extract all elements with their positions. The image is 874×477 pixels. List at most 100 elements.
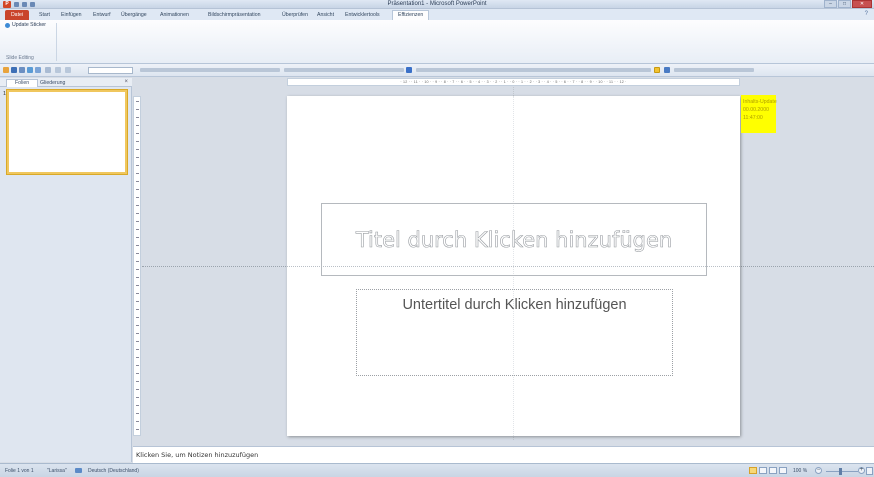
ruler-tick — [136, 173, 139, 174]
title-placeholder[interactable]: Titel durch Klicken hinzufügen — [321, 203, 707, 276]
close-icon[interactable]: × — [124, 79, 128, 85]
slide[interactable]: Titel durch Klicken hinzufügen Untertite… — [287, 96, 740, 436]
font-combo[interactable] — [88, 67, 133, 74]
ruler-tick — [136, 253, 139, 254]
group-separator — [56, 23, 57, 61]
ruler-tick — [136, 133, 139, 134]
info-icon[interactable] — [406, 67, 412, 73]
tab-ueberpruefen[interactable]: Überprüfen — [282, 10, 308, 20]
sticker-icon[interactable] — [664, 67, 670, 73]
slide-sorter-view-button[interactable] — [759, 467, 767, 474]
tab-effizienzen[interactable]: Effizienzen — [392, 10, 430, 20]
help-icon[interactable]: ? — [865, 11, 868, 17]
panel-tabs: Folien Gliederung × — [0, 78, 132, 87]
window-controls: – □ ✕ — [824, 0, 872, 8]
drawing-tools-strip — [416, 68, 651, 72]
reading-view-button[interactable] — [769, 467, 777, 474]
ruler-tick — [136, 413, 139, 414]
ruler-tick — [136, 213, 139, 214]
ribbon: Update Sticker Slide Editing — [0, 20, 874, 64]
tab-uebergaenge[interactable]: Übergänge — [121, 10, 147, 20]
slide-info: Folie 1 von 1 — [5, 468, 34, 474]
refresh-icon — [5, 22, 10, 28]
ruler-tick — [136, 357, 139, 358]
subtitle-placeholder-text: Untertitel durch Klicken hinzufügen — [402, 297, 627, 313]
ruler-tick — [136, 109, 139, 110]
ruler-tick — [136, 269, 139, 270]
ruler-tick — [136, 373, 139, 374]
tab-entwicklertools[interactable]: Entwicklertools — [345, 10, 380, 20]
subtitle-placeholder[interactable]: Untertitel durch Klicken hinzufügen — [356, 289, 673, 376]
ruler-tick — [136, 317, 139, 318]
highlight-icon[interactable] — [654, 67, 660, 73]
notes-pane[interactable]: Klicken Sie, um Notizen hinzuzufügen — [133, 446, 874, 463]
extra-tools-strip — [674, 68, 754, 72]
title-bar: P Präsentation1 - Microsoft PowerPoint –… — [0, 0, 874, 9]
print-icon[interactable] — [19, 67, 25, 73]
ruler-tick — [136, 277, 139, 278]
align-icon[interactable] — [45, 67, 51, 73]
formatting-toolbar — [0, 64, 874, 77]
ruler-tick — [136, 365, 139, 366]
fit-to-window-button[interactable] — [866, 467, 873, 475]
ruler-tick — [136, 285, 139, 286]
undo-icon[interactable] — [55, 67, 61, 73]
slides-panel: Folien Gliederung × 1 — [0, 78, 132, 462]
ruler-tick — [136, 197, 139, 198]
ruler-tick — [136, 381, 139, 382]
save-icon[interactable] — [11, 67, 17, 73]
ruler-tick — [136, 341, 139, 342]
ruler-tick — [136, 429, 139, 430]
new-icon[interactable] — [3, 67, 9, 73]
ruler-tick — [136, 125, 139, 126]
spellcheck-icon[interactable] — [75, 468, 82, 473]
ruler-tick — [136, 149, 139, 150]
ruler-tick — [136, 405, 139, 406]
title-placeholder-text: Titel durch Klicken hinzufügen — [355, 227, 673, 252]
tab-datei[interactable]: Datei — [5, 10, 29, 20]
zoom-slider-thumb[interactable] — [839, 468, 843, 475]
redo-icon[interactable] — [65, 67, 71, 73]
tab-bildschirmpraesentation[interactable]: Bildschirmpräsentation — [208, 10, 260, 20]
normal-view-button[interactable] — [749, 467, 757, 474]
ruler-tick — [136, 181, 139, 182]
tab-start[interactable]: Start — [39, 10, 50, 20]
zoom-out-button[interactable]: − — [815, 467, 822, 474]
window-title: Präsentation1 - Microsoft PowerPoint — [387, 1, 487, 7]
ruler-tick — [136, 221, 139, 222]
ruler-tick — [136, 157, 139, 158]
ruler-tick — [136, 397, 139, 398]
tab-einfuegen[interactable]: Einfügen — [61, 10, 81, 20]
slide-thumbnail[interactable] — [7, 90, 127, 174]
slide-number: 1 — [3, 91, 7, 97]
ruler-tick — [136, 245, 139, 246]
slideshow-view-button[interactable] — [779, 467, 787, 474]
theme-name[interactable]: "Larissa" — [47, 468, 67, 474]
zoom-level[interactable]: 100 % — [793, 468, 807, 474]
copy-icon[interactable] — [27, 67, 33, 73]
tab-entwurf[interactable]: Entwurf — [93, 10, 111, 20]
ruler-tick — [136, 309, 139, 310]
minimize-button[interactable]: – — [824, 0, 837, 8]
ruler-tick — [136, 141, 139, 142]
ribbon-tabs: Datei Start Einfügen Entwurf Übergänge A… — [0, 9, 874, 20]
ruler-tick — [136, 117, 139, 118]
ruler-tick — [136, 389, 139, 390]
maximize-button[interactable]: □ — [838, 0, 851, 8]
zoom-in-button[interactable]: + — [858, 467, 865, 474]
close-button[interactable]: ✕ — [852, 0, 872, 8]
ruler-tick — [136, 237, 139, 238]
ruler-tick — [136, 165, 139, 166]
tab-folien[interactable]: Folien — [6, 79, 39, 87]
tab-animationen[interactable]: Animationen — [160, 10, 189, 20]
group-label-slide-editing: Slide Editing — [6, 55, 34, 61]
sticker-time: 11:47:00 — [743, 115, 763, 121]
update-sticker-button[interactable]: Update Sticker — [5, 22, 46, 28]
language-indicator[interactable]: Deutsch (Deutschland) — [88, 468, 139, 474]
tab-gliederung[interactable]: Gliederung — [40, 79, 65, 87]
tab-ansicht[interactable]: Ansicht — [317, 10, 334, 20]
notes-placeholder: Klicken Sie, um Notizen hinzuzufügen — [136, 451, 259, 459]
shape-tools-strip — [284, 68, 404, 72]
paste-icon[interactable] — [35, 67, 41, 73]
update-sticker[interactable]: Inhalts-Update 00.00.2000 11:47:00 — [741, 95, 777, 133]
